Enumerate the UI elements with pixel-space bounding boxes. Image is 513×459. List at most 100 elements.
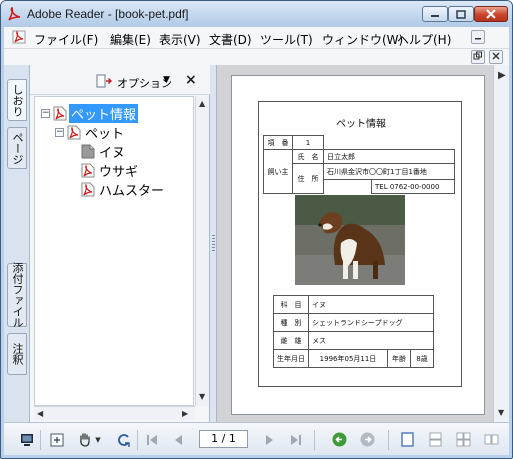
splitter-grip-icon[interactable]	[212, 235, 215, 251]
menu-tools[interactable]: ツール(T)	[260, 31, 313, 48]
name-label: 氏 名	[292, 149, 324, 164]
hand-icon	[80, 433, 90, 447]
bookmarks-tree: − ペット情報 − ペット イヌ ウサギ ハムスター	[34, 96, 194, 406]
continuous-view-button[interactable]	[426, 431, 444, 448]
age-value: 8歳	[410, 349, 434, 368]
scroll-left-icon[interactable]: ◀	[37, 409, 43, 418]
tel-value: TEL 0762-00-0000	[371, 179, 455, 194]
expand-right-icon[interactable]: ▶	[498, 70, 506, 81]
adobe-reader-icon	[8, 7, 21, 21]
pdf-bookmark-icon	[53, 106, 67, 120]
tab-pages[interactable]: ページ	[7, 127, 27, 169]
bookmark-label: ペット情報	[69, 103, 139, 123]
two-page-icon	[484, 434, 498, 445]
dog-photo	[295, 195, 405, 285]
scroll-down-icon[interactable]: ▼	[498, 408, 504, 417]
select-tool-button[interactable]	[48, 431, 66, 448]
chevron-down-icon[interactable]: ▼	[95, 436, 100, 444]
menu-bar: ファイル(F) 編集(E) 表示(V) 文書(D) ツール(T) ウィンドウ(W…	[4, 27, 509, 49]
chevron-down-icon[interactable]: ▼	[163, 75, 170, 85]
toolbar-separator	[314, 430, 315, 450]
facing-pages-icon	[456, 432, 470, 447]
bookmark-label: ウサギ	[99, 164, 139, 180]
scroll-up-icon[interactable]: ▲	[199, 99, 205, 108]
title-bar[interactable]: Adobe Reader - [book-pet.pdf]	[1, 1, 512, 27]
menu-window[interactable]: ウィンドウ(W)	[322, 31, 403, 48]
bookmark-item[interactable]: − ペット情報	[41, 103, 139, 123]
previous-page-button[interactable]	[170, 431, 186, 448]
hand-tool-button[interactable]: ▼	[74, 431, 104, 448]
page-number-field[interactable]: 1 / 1	[199, 430, 248, 448]
panel-splitter[interactable]	[210, 65, 217, 422]
birthdate-label: 生年月日	[273, 349, 309, 368]
doc-restore-button[interactable]	[471, 50, 485, 64]
bookmark-item[interactable]: − ペット	[55, 123, 126, 142]
tab-bookmarks-label: しおり	[11, 83, 24, 117]
bookmarks-horizontal-scrollbar[interactable]: ◀ ▶	[34, 406, 195, 420]
collapse-toggle[interactable]: −	[41, 108, 50, 118]
birthdate-value: 1996年05月11日	[308, 349, 388, 368]
bookmarks-vertical-scrollbar[interactable]: ▲ ▼	[195, 96, 209, 406]
bookmark-label: ハムスター	[99, 183, 165, 199]
collapse-toggle[interactable]: −	[55, 127, 64, 137]
continuous-facing-view-button[interactable]	[482, 431, 500, 448]
bookmark-item[interactable]: ウサギ	[81, 161, 140, 180]
menu-view[interactable]: 表示(V)	[159, 31, 201, 48]
last-page-button[interactable]	[288, 431, 304, 448]
bookmark-item[interactable]: ハムスター	[81, 180, 166, 199]
blank-page-icon	[81, 144, 95, 158]
menu-edit[interactable]: 編集(E)	[110, 31, 151, 48]
close-icon	[486, 9, 496, 19]
close-window-button[interactable]	[474, 6, 508, 22]
breed-value: シェットランドシープドッグ	[308, 313, 434, 332]
item-number-label: 項 番	[263, 135, 293, 150]
next-page-button[interactable]	[262, 431, 278, 448]
app-window: Adobe Reader - [book-pet.pdf] ファイル(F) 編集…	[0, 0, 513, 459]
options-icon[interactable]	[96, 74, 112, 88]
toolbar-separator	[40, 430, 41, 450]
minimize-button[interactable]	[422, 6, 448, 22]
bookmarks-panel-header: オプション ▼ ×	[30, 65, 210, 95]
show-navigation-button[interactable]	[18, 431, 36, 448]
menu-help[interactable]: ヘルプ(H)	[397, 31, 451, 48]
go-back-button[interactable]	[330, 431, 348, 448]
document-view: ペット情報 項 番 1 飼い主 氏 名 日立太郎 住 所 石川県金沢市〇〇町1丁…	[217, 65, 493, 422]
continuous-page-icon	[429, 432, 441, 447]
rotate-icon	[118, 433, 130, 447]
previous-page-icon	[175, 434, 182, 445]
family-value: イヌ	[308, 295, 434, 314]
pdf-page: ペット情報 項 番 1 飼い主 氏 名 日立太郎 住 所 石川県金沢市〇〇町1丁…	[231, 75, 485, 415]
tab-bookmarks[interactable]: しおり	[7, 79, 27, 121]
tab-comments[interactable]: 注釈	[7, 333, 27, 375]
tab-attachments-label: 添付ファイル	[11, 262, 24, 328]
address-label: 住 所	[292, 163, 324, 194]
first-page-button[interactable]	[144, 431, 160, 448]
panel-close-button[interactable]: ×	[185, 72, 197, 88]
document-title: ペット情報	[336, 119, 386, 130]
document-vertical-scrollbar[interactable]: ▶ ▼	[493, 65, 509, 422]
doc-close-button[interactable]	[489, 50, 503, 64]
scroll-right-icon[interactable]: ▶	[182, 409, 188, 418]
bookmark-item[interactable]: イヌ	[81, 142, 127, 161]
single-page-view-button[interactable]	[398, 431, 416, 448]
maximize-button[interactable]	[448, 6, 474, 22]
menu-file[interactable]: ファイル(F)	[34, 31, 98, 48]
rotate-button[interactable]	[116, 431, 132, 448]
go-forward-button[interactable]	[358, 431, 376, 448]
toolbar-separator	[137, 430, 138, 450]
last-page-icon	[291, 434, 301, 445]
doc-minimize-button[interactable]	[471, 30, 485, 44]
tab-attachments[interactable]: 添付ファイル	[7, 262, 27, 328]
address-value: 石川県金沢市〇〇町1丁目1番地	[323, 163, 455, 180]
menu-document[interactable]: 文書(D)	[209, 31, 252, 48]
sex-value: メス	[308, 331, 434, 350]
sex-label: 雌 雄	[273, 331, 309, 350]
first-page-icon	[147, 434, 157, 445]
minimize-icon	[431, 15, 439, 17]
document-icon[interactable]	[12, 30, 26, 44]
pdf-bookmark-icon	[81, 182, 95, 196]
window-title: Adobe Reader - [book-pet.pdf]	[27, 7, 189, 21]
facing-view-button[interactable]	[454, 431, 472, 448]
scroll-down-icon[interactable]: ▼	[199, 392, 205, 401]
age-label: 年齢	[387, 349, 411, 368]
